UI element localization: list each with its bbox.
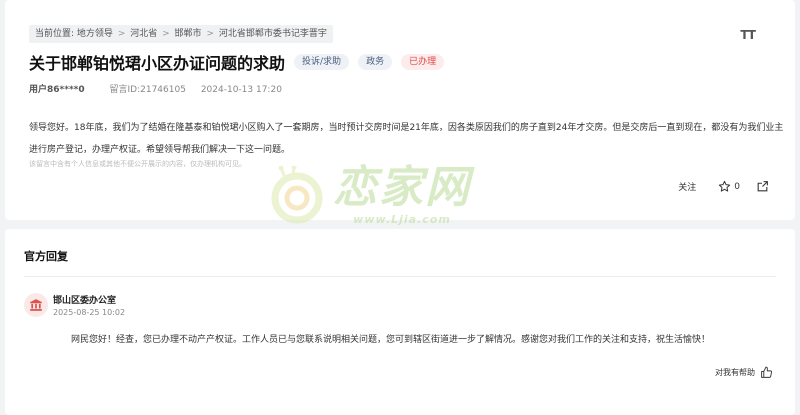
thumbs-up-icon bbox=[761, 366, 773, 378]
breadcrumb-separator: > bbox=[162, 29, 170, 39]
breadcrumb-prefix: 当前位置: bbox=[35, 29, 75, 39]
post-actions: 关注 0 bbox=[678, 180, 769, 193]
avatar bbox=[24, 293, 48, 317]
breadcrumb-item-leader[interactable]: 河北省邯郸市委书记李晋宇 bbox=[219, 29, 327, 39]
post-datetime: 2024-10-13 17:20 bbox=[200, 85, 282, 95]
star-icon bbox=[719, 180, 731, 192]
post-content: 领导您好。18年底，我们为了结婚在隆基泰和铂悦珺小区购入了一套期房，当时预计交房… bbox=[29, 123, 784, 155]
watermark-url: www.Ljia.com bbox=[353, 213, 451, 226]
org-name: 邯山区委办公室 bbox=[53, 296, 117, 306]
section-title: 官方回复 bbox=[24, 250, 68, 263]
share-button[interactable] bbox=[756, 180, 769, 193]
post-user: 用户86****0 bbox=[29, 85, 85, 95]
watermark: 恋家网 www.Ljia.com bbox=[267, 163, 471, 226]
privacy-notice: 该留言中含有个人信息或其他不便公开展示的内容，仅办理机构可见。 bbox=[29, 160, 246, 168]
page-title: 关于邯郸铂悦珺小区办证问题的求助 bbox=[29, 54, 286, 73]
breadcrumb-separator: > bbox=[117, 29, 126, 39]
breadcrumb-separator: > bbox=[206, 29, 214, 39]
breadcrumb: 当前位置: 地方领导 > 河北省 > 邯郸市 > 河北省邯郸市委书记李晋宇 bbox=[29, 25, 333, 43]
breadcrumb-item-local-leaders[interactable]: 地方领导 bbox=[77, 29, 113, 39]
snail-logo-icon bbox=[271, 165, 323, 223]
reply-date: 2025-08-25 10:02 bbox=[53, 308, 126, 317]
like-count: 0 bbox=[734, 181, 740, 192]
helpful-label: 对我有帮助 bbox=[715, 368, 755, 377]
font-size-icon[interactable]: TT bbox=[740, 28, 756, 42]
petition-card: 当前位置: 地方领导 > 河北省 > 邯郸市 > 河北省邯郸市委书记李晋宇 TT… bbox=[5, 0, 795, 226]
divider bbox=[24, 276, 776, 277]
department-tag: 政务 bbox=[358, 54, 393, 70]
post-meta: 用户86****0 留言ID:21746105 2024-10-13 17:20 bbox=[29, 82, 282, 95]
government-building-icon bbox=[30, 299, 42, 311]
title-row: 关于邯郸铂悦珺小区办证问题的求助 投诉/求助 政务 已办理 bbox=[29, 50, 445, 74]
follow-button[interactable]: 关注 bbox=[678, 180, 696, 193]
watermark-brand: 恋家网 bbox=[333, 162, 471, 213]
breadcrumb-item-province[interactable]: 河北省 bbox=[130, 29, 157, 39]
share-icon bbox=[757, 181, 768, 192]
official-reply-card: 官方回复 邯山区委办公室 2025-08-25 10:02 网民您好！经查，您已… bbox=[5, 229, 795, 415]
helpful-button[interactable]: 对我有帮助 bbox=[715, 366, 773, 379]
status-badge: 已办理 bbox=[401, 54, 445, 70]
category-tag: 投诉/求助 bbox=[294, 54, 350, 70]
message-id: 留言ID:21746105 bbox=[109, 85, 186, 95]
breadcrumb-item-city[interactable]: 邯郸市 bbox=[175, 29, 202, 39]
like-button[interactable]: 0 bbox=[718, 180, 740, 193]
reply-text: 网民您好！经查，您已办理不动产产权证。工作人员已与您联系说明相关问题，您可到辖区… bbox=[71, 335, 711, 345]
